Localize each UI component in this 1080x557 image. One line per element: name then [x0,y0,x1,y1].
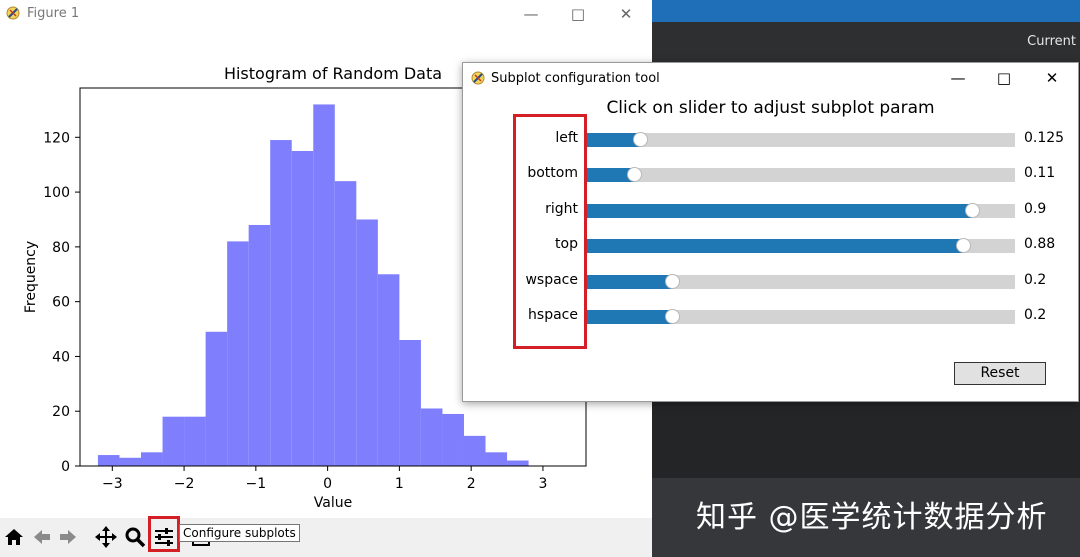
dialog-minimize-button[interactable]: — [941,66,975,90]
histogram-bar [420,408,443,466]
x-tick-label: −1 [246,476,267,492]
histogram-bar [399,340,421,466]
histogram-bar [507,460,529,466]
slider-right[interactable] [587,202,1015,218]
histogram-bar [184,416,206,466]
slider-handle[interactable] [956,238,972,254]
watermark-text: 知乎 @医学统计数据分析 [696,500,1048,535]
slider-fill [587,274,673,289]
histogram-bar [162,416,185,466]
background-current-label: Current [1027,34,1076,49]
slider-left[interactable] [587,132,1015,147]
x-tick-label: 2 [467,476,476,492]
tooltip: Configure subplots [179,524,300,542]
slider-handle[interactable] [964,202,980,218]
slider-fill [587,203,973,218]
y-tick-label: 80 [52,240,70,256]
slider-value-wspace: 0.2 [1024,271,1047,288]
slider-value-top: 0.88 [1024,236,1056,253]
pan-icon [95,526,117,548]
slider-wspace[interactable] [587,273,1015,289]
y-tick-label: 0 [61,459,70,475]
histogram-bar [248,224,271,466]
histogram-bar [97,455,120,466]
slider-value-bottom: 0.11 [1024,165,1056,182]
zoom-icon [125,527,146,548]
y-tick-label: 60 [52,295,70,311]
slider-value-hspace: 0.2 [1024,307,1047,323]
slider-top[interactable] [587,238,1015,254]
home-button[interactable] [2,524,26,550]
subplot-config-dialog: Subplot configuration tool — □ ✕ Click o… [462,62,1079,402]
slider-handle[interactable] [633,132,648,147]
slider-fill [587,239,964,254]
zoom-button[interactable] [123,524,147,550]
slider-value-left: 0.125 [1024,130,1065,146]
x-tick-label: 3 [538,476,547,492]
histogram-bar [205,331,228,466]
y-tick-label: 100 [43,185,70,201]
histogram-bar [485,452,508,466]
forward-icon [60,530,76,544]
app-logo-icon [471,71,485,85]
x-tick-label: 0 [323,476,332,492]
configure-subplots-highlight [148,516,180,552]
histogram-bar [442,413,464,466]
y-tick-label: 40 [52,349,70,365]
pan-button[interactable] [93,524,119,550]
y-tick-label: 120 [43,130,70,146]
histogram-bar [377,274,400,466]
maximize-button[interactable]: □ [561,2,595,26]
home-icon [5,529,23,545]
slider-value-right: 0.9 [1024,200,1047,217]
close-button[interactable]: ✕ [609,2,643,26]
histogram-bar [313,104,335,467]
histogram-bar [334,181,357,466]
figure-window-title: Figure 1 [27,6,80,21]
chart-title: Histogram of Random Data [224,64,442,83]
slider-bottom[interactable] [587,167,1015,183]
x-tick-label: 1 [395,476,404,492]
slider-fill [587,310,673,324]
dialog-maximize-button[interactable]: □ [987,66,1021,90]
dialog-close-button[interactable]: ✕ [1035,66,1069,90]
y-axis-label: Frequency [23,241,39,313]
histogram-bar [356,219,378,466]
dialog-title: Subplot configuration tool [491,71,660,86]
back-icon [34,530,50,544]
back-button[interactable] [30,524,54,550]
slider-handle[interactable] [665,309,681,324]
histogram-bar [119,457,142,466]
x-tick-label: −3 [102,476,123,492]
slider-labels-highlight [513,114,587,349]
y-tick-label: 20 [52,404,70,420]
histogram-bar [291,151,314,466]
histogram-bar [227,241,249,466]
slider-handle[interactable] [665,273,681,289]
background-toolbar-band [652,22,1080,62]
navigation-toolbar [0,518,652,557]
slider-hspace[interactable] [587,309,1015,324]
background-title-strip [652,0,1080,22]
histogram-bar [141,452,163,466]
histogram-bar [270,140,292,466]
app-logo-icon [6,6,20,20]
forward-button[interactable] [56,524,80,550]
x-axis-label: Value [314,495,352,511]
histogram-bar [463,435,486,466]
reset-button[interactable]: Reset [954,362,1046,385]
x-tick-label: −2 [174,476,195,492]
minimize-button[interactable]: — [514,2,548,26]
slider-handle[interactable] [626,167,642,183]
